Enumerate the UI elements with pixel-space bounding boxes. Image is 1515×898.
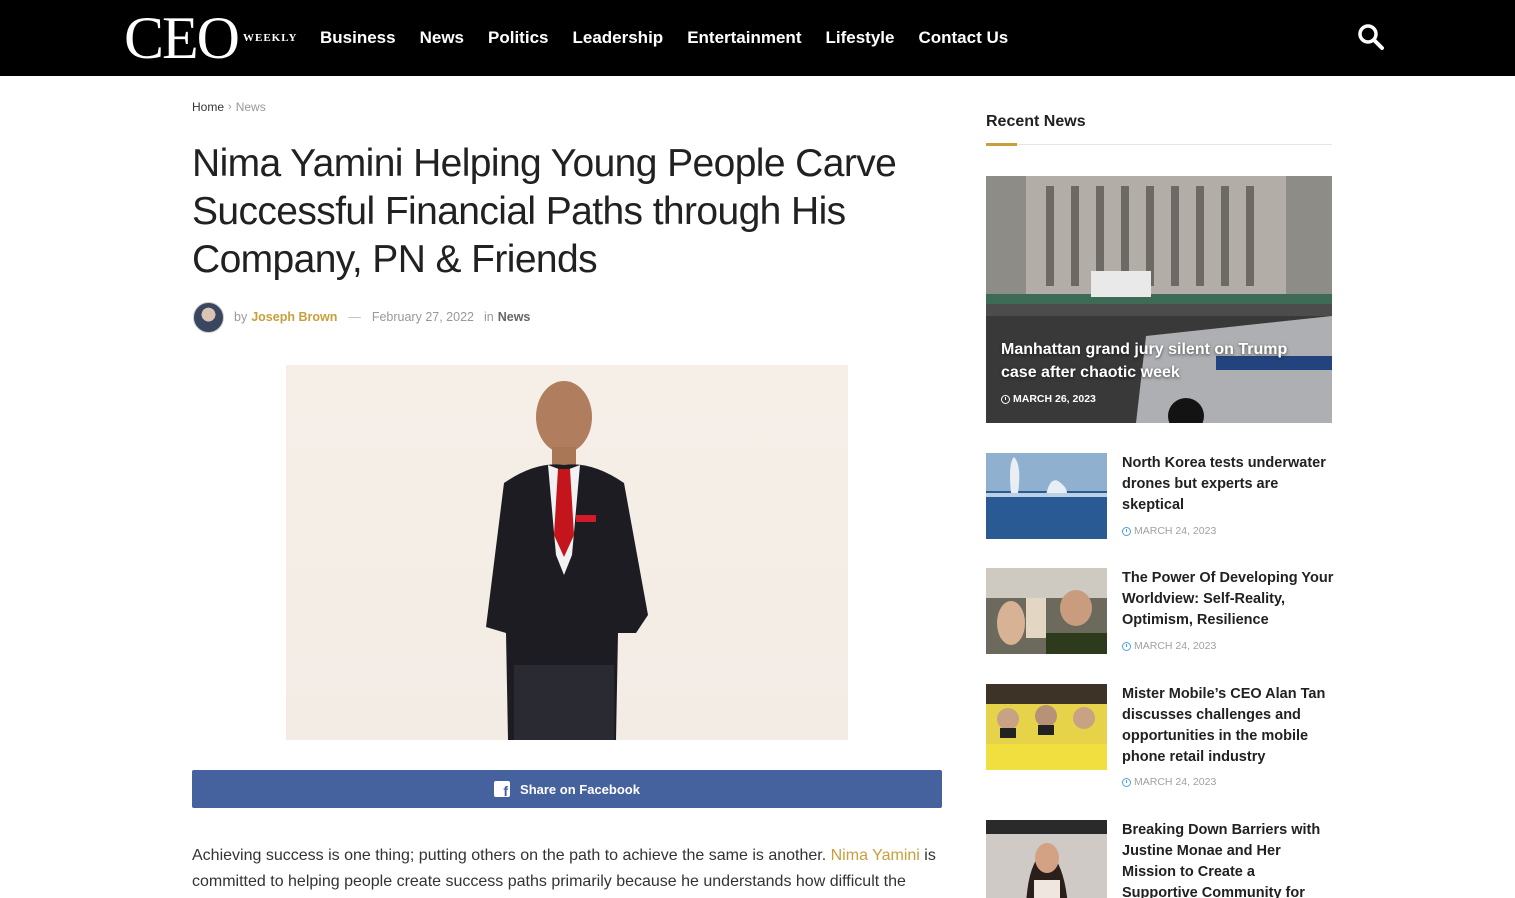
news-thumbnail [986,820,1107,898]
chevron-right-icon: › [228,101,232,113]
news-title[interactable]: North Korea tests underwater drones but … [1122,453,1334,516]
article-body-paragraph: Achieving success is one thing; putting … [192,843,942,895]
author-avatar[interactable] [193,301,224,333]
featured-date-text: MARCH 26, 2023 [1013,393,1096,405]
recent-news-item[interactable]: North Korea tests underwater drones but … [986,453,1332,543]
search-icon[interactable] [1356,22,1386,52]
heading-divider [986,144,1332,145]
featured-news-image [986,176,1332,423]
article-hero-image [286,365,848,740]
clock-icon [1122,777,1131,787]
share-facebook-button[interactable]: Share on Facebook [192,770,942,808]
news-thumbnail [986,568,1107,654]
article-meta: by Joseph Brown — February 27, 2022 in N… [193,301,531,333]
news-title[interactable]: Breaking Down Barriers with Justine Mona… [1122,820,1334,898]
news-thumbnail [986,453,1107,539]
by-label: by [234,310,248,324]
recent-news-heading: Recent News [986,113,1086,130]
article-title: Nima Yamini Helping Young People Carve S… [192,142,897,281]
news-thumbnail [986,684,1107,770]
logo-subtext: WEEKLY [241,32,300,44]
breadcrumb-current[interactable]: News [236,100,266,114]
category-link[interactable]: News [498,310,531,324]
author-link[interactable]: Joseph Brown [251,310,337,324]
breadcrumb: Home › News [192,100,266,114]
clock-icon [1122,641,1131,651]
nav-business[interactable]: Business [308,28,408,48]
nima-yamini-link[interactable]: Nima Yamini [831,847,920,864]
meta-separator: — [348,310,361,324]
site-logo[interactable]: CEO WEEKLY [124,8,300,68]
news-date: MARCH 24, 2023 [1122,776,1216,788]
nav-news[interactable]: News [408,28,476,48]
nav-contact-us[interactable]: Contact Us [906,28,1020,48]
featured-news-card[interactable]: Manhattan grand jury silent on Trump cas… [986,176,1332,423]
news-date-text: MARCH 24, 2023 [1134,776,1217,788]
nav-entertainment[interactable]: Entertainment [675,28,813,48]
recent-news-item[interactable]: The Power Of Developing Your Worldview: … [986,568,1334,658]
nav-lifestyle[interactable]: Lifestyle [813,28,906,48]
main-nav: Business News Politics Leadership Entert… [308,0,1020,76]
news-date-text: MARCH 24, 2023 [1134,640,1217,652]
article-date: February 27, 2022 [371,310,474,324]
news-date: MARCH 24, 2023 [1122,525,1216,537]
featured-news-title[interactable]: Manhattan grand jury silent on Trump cas… [1001,338,1321,384]
heading-accent-bar [986,143,1017,146]
in-label: in [483,310,494,324]
clock-icon [1001,394,1010,404]
news-title[interactable]: Mister Mobile’s CEO Alan Tan discusses c… [1122,684,1334,768]
facebook-icon [494,781,511,799]
breadcrumb-home[interactable]: Home [192,100,224,114]
clock-icon [1122,526,1131,536]
featured-news-date: MARCH 26, 2023 [1001,393,1096,405]
body-text-start: Achieving success is one thing; putting … [192,847,831,864]
logo-text: CEO [124,5,240,71]
share-facebook-label: Share on Facebook [520,781,640,797]
recent-news-item[interactable]: Breaking Down Barriers with Justine Mona… [986,820,1332,898]
nav-leadership[interactable]: Leadership [560,28,675,48]
news-date: MARCH 24, 2023 [1122,640,1216,652]
news-date-text: MARCH 24, 2023 [1134,525,1217,537]
top-navigation-bar: CEO WEEKLY Business News Politics Leader… [0,0,1515,76]
news-title[interactable]: The Power Of Developing Your Worldview: … [1122,568,1334,631]
recent-news-item[interactable]: Mister Mobile’s CEO Alan Tan discusses c… [986,684,1332,794]
nav-politics[interactable]: Politics [476,28,560,48]
